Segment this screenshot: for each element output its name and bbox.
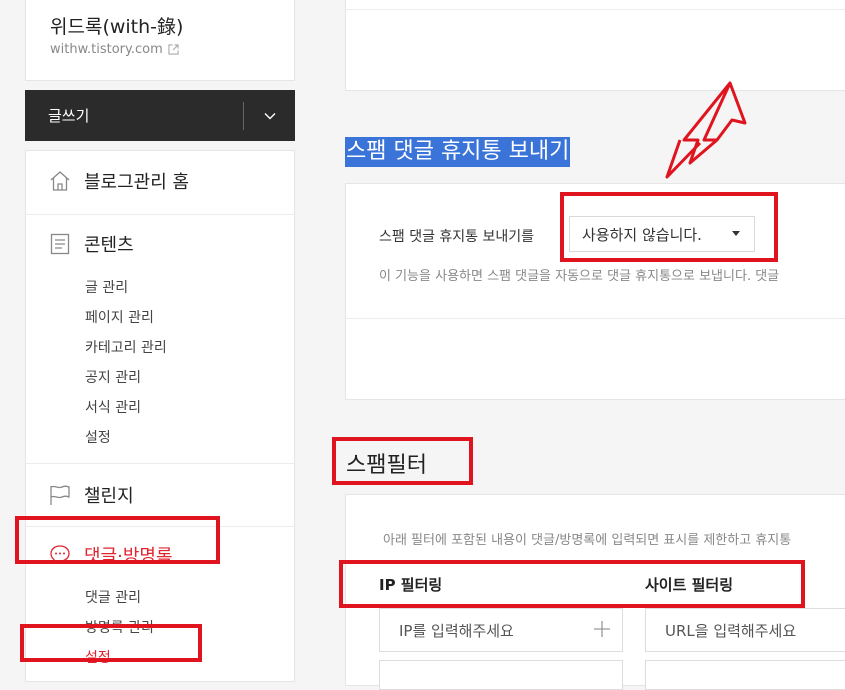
home-icon [48,169,72,193]
blog-info-card: 위드록(with-錄) withw.tistory.com [25,0,295,81]
sidebar-subitem-posts[interactable]: 글 관리 [26,273,294,303]
annotation-arrow-icon [665,81,747,179]
sidebar-item-label: 블로그관리 홈 [84,172,190,193]
site-filter-heading: 사이트 필터링 [645,576,734,594]
nav-section-comment: 댓글·방명록 댓글 관리 방명록 관리 설정 [26,527,294,683]
url-input-placeholder: URL을 입력해주세요 [665,621,797,640]
sidebar-subitem-content-settings[interactable]: 설정 [26,423,294,453]
sidebar-item-challenge[interactable]: 챌린지 [26,464,294,526]
divider [346,9,845,10]
blog-title[interactable]: 위드록(with-錄) [50,12,183,39]
divider [346,318,845,319]
blog-url-link[interactable]: withw.tistory.com [50,42,179,57]
caret-down-icon [732,231,740,236]
nav-section-home: 블로그관리 홈 [26,151,294,215]
nav-section-content: 콘텐츠 글 관리 페이지 관리 카테고리 관리 공지 관리 서식 관리 설정 [26,215,294,464]
content-submenu: 글 관리 페이지 관리 카테고리 관리 공지 관리 서식 관리 설정 [26,273,294,463]
section-title-spam-filter: 스팸필터 [346,453,427,478]
sidebar-subitem-pages[interactable]: 페이지 관리 [26,303,294,333]
external-link-icon [168,44,179,55]
spam-filter-card: 아래 필터에 포함된 내용이 댓글/방명록에 입력되면 표시를 제한하고 휴지통… [345,494,845,690]
previous-settings-card [345,0,845,91]
comment-submenu: 댓글 관리 방명록 관리 설정 [26,583,294,683]
sidebar-item-label: 콘텐츠 [84,235,134,256]
ip-filter-heading: IP 필터링 [379,576,443,594]
sidebar-subitem-comment-settings[interactable]: 설정 [26,643,294,673]
sidebar-nav: 블로그관리 홈 콘텐츠 글 관리 페이지 관리 카테고리 관리 공지 관리 서식… [25,150,295,682]
sidebar-item-label: 댓글·방명록 [84,546,173,567]
spam-trash-description: 이 기능을 사용하면 스팸 댓글을 자동으로 댓글 휴지통으로 보냅니다. 댓글 [379,269,780,284]
write-button[interactable]: 글쓰기 [25,90,243,141]
sidebar-item-comments[interactable]: 댓글·방명록 [26,527,294,583]
blog-url-text[interactable]: withw.tistory.com [50,42,163,57]
sidebar-subitem-categories[interactable]: 카테고리 관리 [26,333,294,363]
speech-bubble-icon [48,543,72,567]
ip-input-placeholder: IP를 입력해주세요 [399,621,514,640]
sidebar-item-content[interactable]: 콘텐츠 [26,215,294,273]
write-bar: 글쓰기 [25,90,295,141]
select-value: 사용하지 않습니다. [582,225,702,244]
sidebar-subitem-comment-manage[interactable]: 댓글 관리 [26,583,294,613]
spam-filter-description: 아래 필터에 포함된 내용이 댓글/방명록에 입력되면 표시를 제한하고 휴지통 [383,533,792,548]
sidebar-item-home[interactable]: 블로그관리 홈 [26,151,294,211]
plus-icon[interactable] [592,619,612,639]
sidebar-subitem-templates[interactable]: 서식 관리 [26,393,294,423]
ip-filter-input[interactable]: IP를 입력해주세요 [379,608,623,652]
nav-section-challenge: 챌린지 [26,464,294,527]
spam-trash-label: 스팸 댓글 휴지통 보내기를 [379,229,535,245]
flag-icon [48,483,72,507]
spam-trash-select[interactable]: 사용하지 않습니다. [569,216,755,252]
section-title-spam-trash: 스팸 댓글 휴지통 보내기 [345,137,571,167]
site-filter-list [645,660,845,690]
document-icon [48,232,72,256]
spam-trash-card: 스팸 댓글 휴지통 보내기를 사용하지 않습니다. 이 기능을 사용하면 스팸 … [345,183,845,400]
ip-filter-list [379,660,623,690]
write-dropdown-button[interactable] [244,90,295,141]
sidebar-subitem-guestbook-manage[interactable]: 방명록 관리 [26,613,294,643]
sidebar-subitem-notices[interactable]: 공지 관리 [26,363,294,393]
sidebar-item-label: 챌린지 [84,486,134,507]
site-filter-input[interactable]: URL을 입력해주세요 [645,608,845,652]
chevron-down-icon [264,112,275,119]
